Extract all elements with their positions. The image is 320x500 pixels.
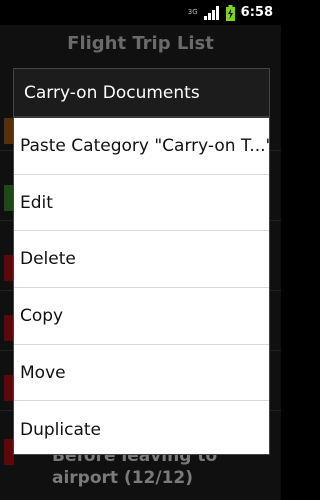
battery-charging-icon — [225, 4, 235, 21]
context-menu-dialog: Carry-on Documents Paste Category "Carry… — [13, 68, 270, 455]
menu-item-edit[interactable]: Edit — [14, 175, 269, 232]
dialog-title: Carry-on Documents — [14, 69, 269, 118]
signal-strength-icon — [203, 5, 219, 20]
app-title: Flight Trip List — [67, 33, 214, 54]
menu-item-copy[interactable]: Copy — [14, 288, 269, 345]
menu-list: Paste Category "Carry-on T..." Edit Dele… — [14, 118, 269, 458]
network-type-indicator: 3G — [187, 8, 198, 16]
menu-item-paste-category[interactable]: Paste Category "Carry-on T..." — [14, 118, 269, 175]
menu-item-delete[interactable]: Delete — [14, 231, 269, 289]
menu-item-move[interactable]: Move — [14, 345, 269, 402]
status-bar: 3G 6:58 — [0, 0, 281, 25]
clock: 6:58 — [240, 5, 273, 20]
menu-item-duplicate[interactable]: Duplicate — [14, 401, 269, 458]
